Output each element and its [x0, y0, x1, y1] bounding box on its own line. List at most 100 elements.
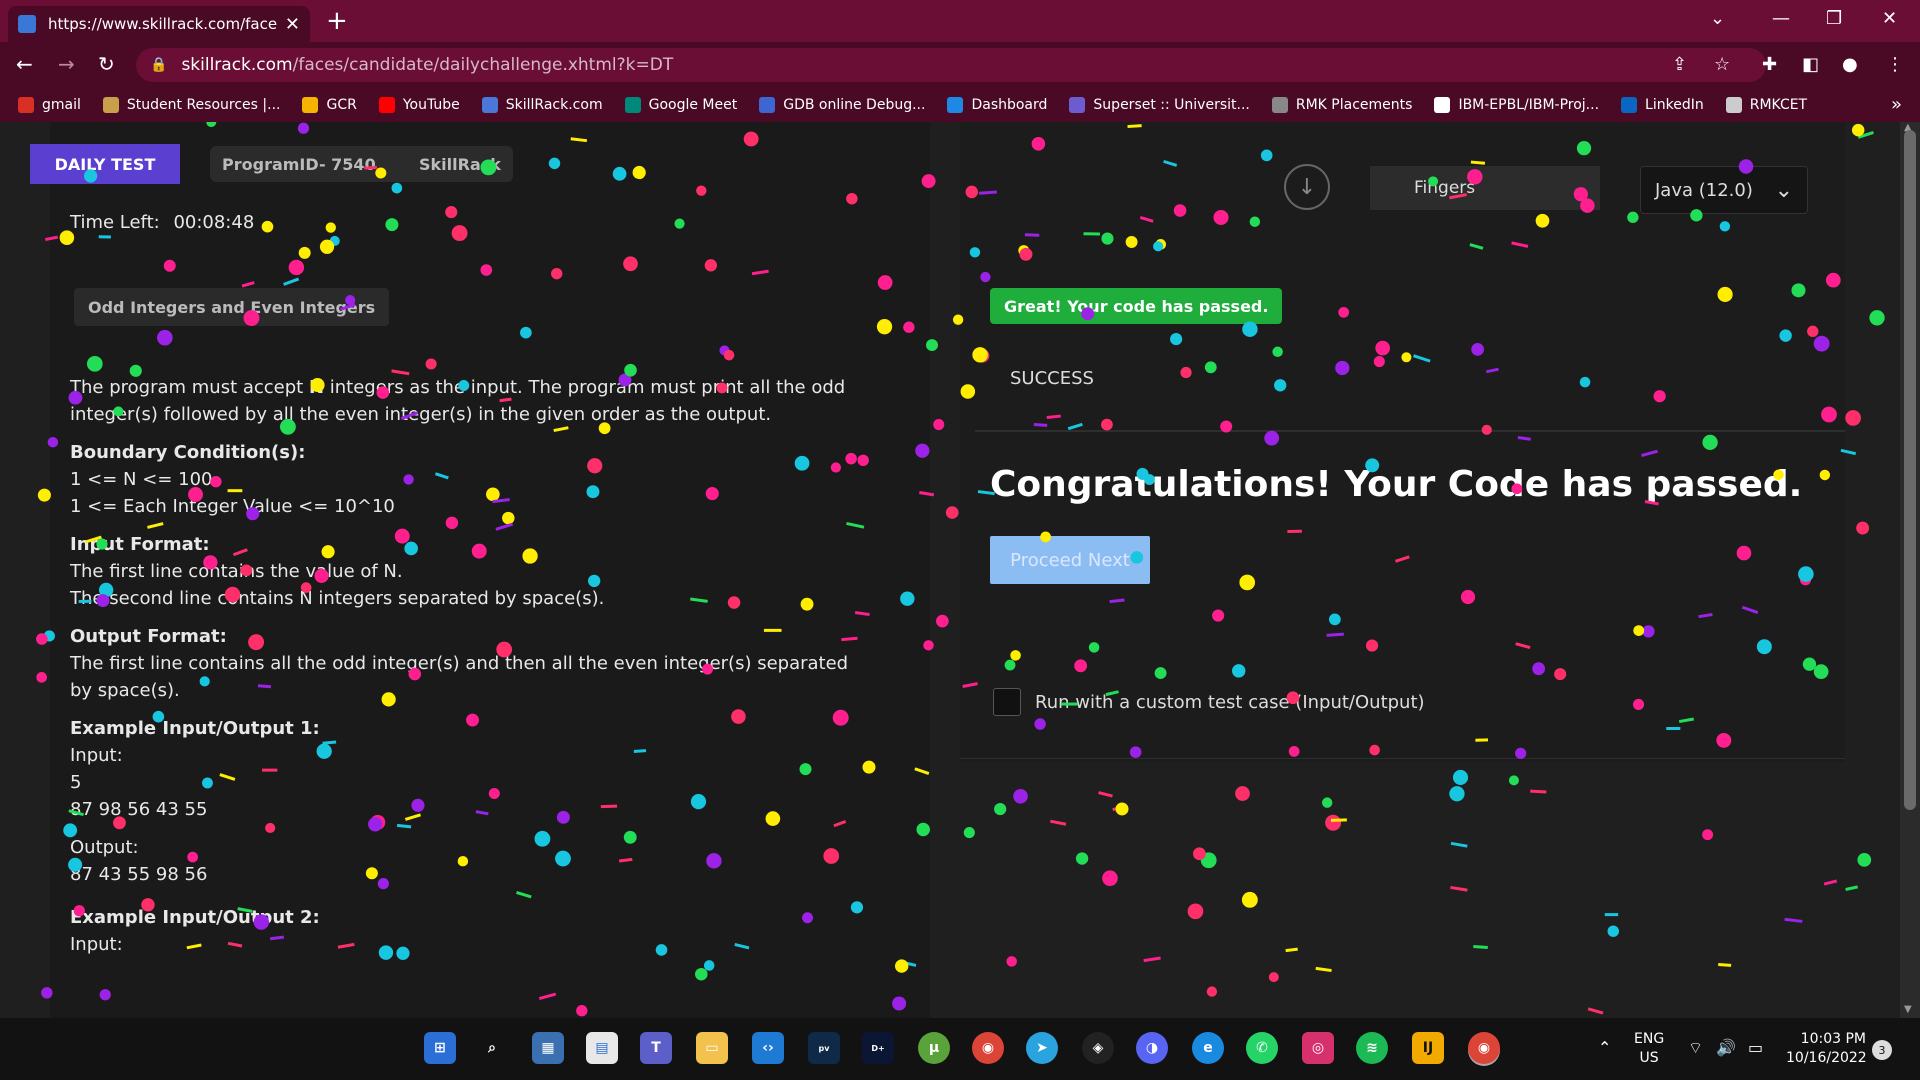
bookmark-item[interactable]: IBM-EPBL/IBM-Proj...	[1434, 97, 1599, 113]
confetti-piece	[1604, 913, 1619, 917]
more-bookmarks-icon[interactable]: »	[1891, 94, 1902, 115]
bookmark-icon	[1271, 97, 1288, 113]
bookmark-item[interactable]: RMK Placements	[1271, 97, 1412, 113]
bookmark-label: GDB online Debug...	[783, 97, 926, 113]
file-explorer-icon[interactable]: ▭	[696, 1032, 728, 1064]
bookmark-star-icon[interactable]: ☆	[1714, 54, 1730, 75]
confetti-piece	[1473, 945, 1488, 950]
example-2-heading: Example Input/Output 2:	[70, 907, 320, 928]
confetti-piece	[1449, 786, 1465, 802]
bookmark-icon	[302, 97, 319, 113]
boundary-section: Boundary Condition(s): 1 <= N <= 100 1 <…	[70, 439, 870, 520]
browser-tab[interactable]: https://www.skillrack.com/faces/c ✕	[8, 6, 310, 42]
output-format-line: The first line contains all the odd inte…	[70, 653, 849, 701]
alienware-icon[interactable]: ◈	[1082, 1032, 1114, 1064]
theme-select[interactable]: Fingers ⌄	[1370, 166, 1600, 210]
confetti-piece	[1200, 852, 1217, 869]
volume-icon[interactable]: 🔊	[1716, 1038, 1736, 1057]
extensions-icon[interactable]: ✚	[1762, 54, 1777, 75]
scrollbar-thumb[interactable]	[1904, 130, 1916, 810]
vscode-icon[interactable]: ‹›	[752, 1032, 784, 1064]
prime-video-icon[interactable]: pv	[808, 1032, 840, 1064]
proceed-next-button[interactable]: Proceed Next	[990, 536, 1150, 584]
passed-badge: Great! Your code has passed.	[990, 288, 1283, 324]
back-icon[interactable]: ←	[16, 52, 33, 76]
bookmark-item[interactable]: Dashboard	[947, 97, 1047, 113]
confetti-piece	[1784, 917, 1803, 923]
bookmark-item[interactable]: LinkedIn	[1621, 97, 1704, 113]
close-tab-icon[interactable]: ✕	[285, 14, 300, 35]
bookmark-item[interactable]: GDB online Debug...	[759, 97, 925, 113]
restore-icon[interactable]: ❐	[1826, 8, 1842, 29]
url-field[interactable]: 🔒 skillrack.com/faces/candidate/dailycha…	[136, 48, 1766, 82]
page-scrollbar[interactable]: ▲ ▼	[1900, 122, 1920, 1018]
congratulations-heading: Congratulations! Your Code has passed.	[990, 464, 1803, 505]
tab-search-icon[interactable]: ⌄	[1710, 8, 1725, 29]
utorrent-icon[interactable]: µ	[918, 1032, 950, 1064]
share-icon[interactable]: ⇪	[1672, 54, 1687, 75]
bookmark-item[interactable]: RMKCET	[1725, 97, 1807, 113]
photos-icon[interactable]: ▦	[532, 1032, 564, 1064]
bookmark-label: LinkedIn	[1645, 97, 1704, 113]
input-format-line: The second line contains N integers sepa…	[70, 588, 605, 609]
custom-test-checkbox[interactable]	[993, 688, 1021, 716]
windows-start-icon[interactable]: ⊞	[424, 1032, 456, 1064]
profile-avatar-icon[interactable]: ●	[1842, 54, 1858, 75]
problem-intro: The program must accept N integers as th…	[70, 374, 870, 428]
scroll-down-arrow-icon[interactable]: ▼	[1904, 1004, 1912, 1015]
confetti-piece	[1268, 972, 1279, 983]
input-format-section: Input Format: The first line contains th…	[70, 531, 870, 612]
input-language[interactable]: ENG US	[1634, 1030, 1664, 1068]
skillrack-chip[interactable]: SkillRack	[375, 146, 513, 182]
bookmark-item[interactable]: Superset :: Universit...	[1069, 97, 1250, 113]
close-window-icon[interactable]: ✕	[1882, 8, 1897, 29]
bookmark-item[interactable]: YouTube	[378, 97, 460, 113]
bookmark-icon	[18, 97, 34, 113]
confetti-piece	[994, 802, 1007, 816]
chrome-active-icon[interactable]: ◉	[1468, 1032, 1500, 1064]
edge-icon[interactable]: e	[1192, 1032, 1224, 1064]
confetti-piece	[1193, 847, 1206, 861]
whatsapp-icon[interactable]: ✆	[1246, 1032, 1278, 1064]
minimize-icon[interactable]: —	[1772, 8, 1790, 29]
side-panel-icon[interactable]: ◧	[1802, 54, 1819, 75]
forward-icon[interactable]: →	[58, 52, 75, 76]
new-tab-icon[interactable]: +	[326, 6, 348, 36]
notification-badge[interactable]: 3	[1872, 1040, 1892, 1060]
language-select-value: Java (12.0)	[1655, 179, 1753, 201]
bookmark-icon	[759, 97, 776, 113]
scroll-down-button[interactable]: ↓	[1284, 164, 1330, 210]
reload-icon[interactable]: ↻	[98, 52, 115, 76]
teams-icon[interactable]: T	[640, 1032, 672, 1064]
language-select[interactable]: Java (12.0) ⌄	[1640, 166, 1808, 214]
time-left: Time Left: 00:08:48	[70, 212, 254, 233]
bookmark-item[interactable]: SkillRack.com	[481, 97, 603, 113]
lock-icon: 🔒	[150, 57, 168, 73]
intellij-icon[interactable]: IJ	[1412, 1032, 1444, 1064]
example-1-output: Output: 87 43 55 98 56	[70, 834, 870, 888]
custom-test-row[interactable]: Run with a custom test case (Input/Outpu…	[993, 688, 1425, 716]
store-icon[interactable]: ▤	[586, 1032, 618, 1064]
bookmark-label: Dashboard	[971, 97, 1048, 113]
chrome-icon[interactable]: ◉	[972, 1032, 1004, 1064]
tray-overflow-icon[interactable]: ⌃	[1598, 1038, 1611, 1057]
battery-icon[interactable]: ▭	[1748, 1038, 1763, 1057]
bookmark-item[interactable]: gmail	[18, 97, 81, 113]
url-host: skillrack.com	[181, 55, 293, 75]
instagram-icon[interactable]: ◎	[1302, 1032, 1334, 1064]
bookmark-item[interactable]: Student Resources |...	[102, 97, 280, 113]
telegram-icon[interactable]: ➤	[1026, 1032, 1058, 1064]
confetti-piece	[963, 827, 975, 839]
wifi-icon[interactable]: ⌔	[1688, 1038, 1703, 1058]
hotstar-icon[interactable]: D+	[862, 1032, 894, 1064]
menu-kebab-icon[interactable]: ⋮	[1886, 54, 1904, 75]
bookmark-item[interactable]: GCR	[302, 97, 357, 113]
example-output-label: Output:	[70, 837, 139, 858]
discord-icon[interactable]: ◑	[1136, 1032, 1168, 1064]
bookmark-item[interactable]: Google Meet	[624, 97, 737, 113]
confetti-piece	[1845, 885, 1859, 891]
clock[interactable]: 10:03 PM 10/16/2022	[1786, 1030, 1867, 1068]
spotify-icon[interactable]: ≋	[1356, 1032, 1388, 1064]
search-icon[interactable]: ⌕	[476, 1032, 508, 1064]
confetti-piece	[1143, 956, 1161, 963]
